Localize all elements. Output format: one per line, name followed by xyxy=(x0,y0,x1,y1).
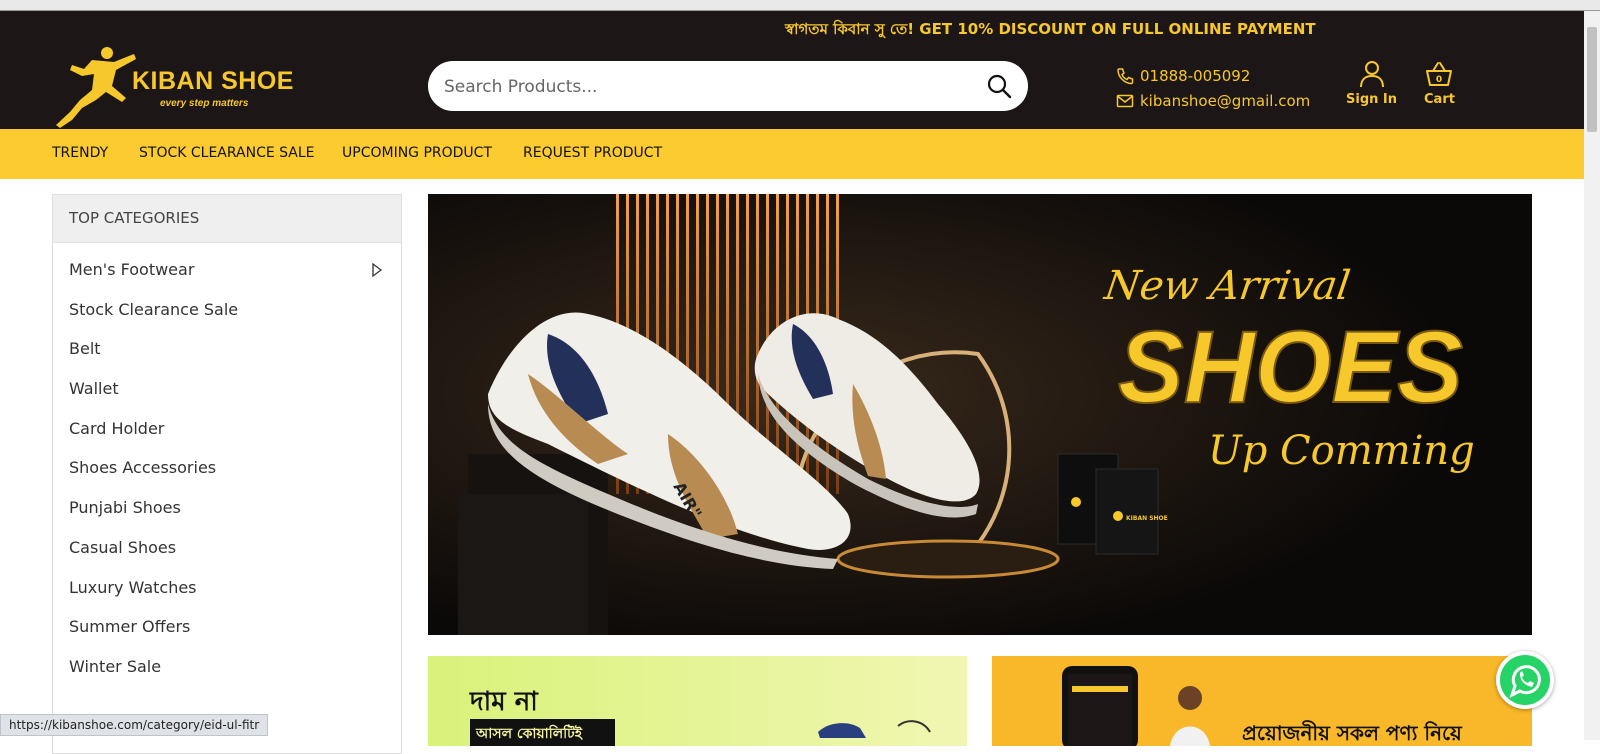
bag-label: KIBAN SHOE xyxy=(1126,515,1168,522)
category-item-belt[interactable]: Belt xyxy=(53,339,401,379)
nav-trendy[interactable]: TRENDY xyxy=(52,145,108,161)
scrollbar-thumb[interactable] xyxy=(1587,27,1597,132)
category-label: Belt xyxy=(69,339,101,359)
cart-button[interactable]: 0 Cart xyxy=(1424,60,1455,107)
category-label: Luxury Watches xyxy=(69,577,197,597)
user-icon xyxy=(1359,61,1384,88)
site-header: স্বাগতম কিবান সু তে! GET 10% DISCOUNT ON… xyxy=(0,11,1584,129)
category-item-stock-clearance-sale[interactable]: Stock Clearance Sale xyxy=(53,300,401,340)
caret-right-icon xyxy=(372,262,383,278)
promo-right-artwork: প্রয়োজনীয় সকল পণ্য নিয়ে xyxy=(1062,666,1463,746)
category-item-punjabi-shoes[interactable]: Punjabi Shoes xyxy=(53,498,401,538)
category-label: Casual Shoes xyxy=(69,537,177,557)
whatsapp-chat-button[interactable] xyxy=(1496,651,1554,709)
category-label: Winter Sale xyxy=(69,656,162,676)
nav-upcoming-product[interactable]: UPCOMING PRODUCT xyxy=(342,145,492,161)
category-label: Men's Footwear xyxy=(69,260,195,279)
category-item-shoes-accessories[interactable]: Shoes Accessories xyxy=(53,458,401,498)
promo-banner-left[interactable]: দাম না আসল কোয়ালিটিই xyxy=(428,656,967,746)
phone-link[interactable]: 01888-005092 xyxy=(1116,63,1310,88)
promo-left-headline: দাম না xyxy=(469,687,539,717)
runner-logo-icon xyxy=(56,47,136,128)
whatsapp-icon xyxy=(1500,655,1550,705)
cart-count: 0 xyxy=(1436,75,1442,85)
banner-line-shoes: SHOES xyxy=(1118,310,1463,424)
hero-banner[interactable]: AIR" KIBAN SHOE New Arrival SHOES Up Com… xyxy=(428,194,1532,635)
category-item-winter-sale[interactable]: Winter Sale xyxy=(53,657,401,697)
browser-top-edge xyxy=(0,0,1600,11)
status-bar-url: https://kibanshoe.com/category/eid-ul-fi… xyxy=(0,714,269,736)
mail-icon xyxy=(1116,94,1134,107)
phone-number: 01888-005092 xyxy=(1140,66,1251,85)
announcement-marquee: স্বাগতম কিবান সু তে! GET 10% DISCOUNT ON… xyxy=(785,20,1316,38)
nav-stock-clearance-sale[interactable]: STOCK CLEARANCE SALE xyxy=(139,145,315,161)
search-icon xyxy=(987,74,1012,99)
main-nav: TRENDY STOCK CLEARANCE SALE UPCOMING PRO… xyxy=(0,129,1584,179)
search-bar xyxy=(428,61,1028,111)
category-label: Stock Clearance Sale xyxy=(69,299,239,319)
category-label: Card Holder xyxy=(69,418,165,438)
sidebar-title: TOP CATEGORIES xyxy=(53,195,401,243)
promo-banner-right[interactable]: প্রয়োজনীয় সকল পণ্য নিয়ে xyxy=(992,656,1532,746)
search-button[interactable] xyxy=(986,73,1014,101)
category-list: Men's Footwear Stock Clearance Sale Belt… xyxy=(53,243,401,697)
category-label: Wallet xyxy=(69,379,119,399)
phone-icon xyxy=(1117,67,1134,84)
category-label: Punjabi Shoes xyxy=(69,498,181,518)
promo-right-headline: প্রয়োজনীয় সকল পণ্য নিয়ে xyxy=(1242,720,1463,745)
promo-left-artwork: দাম না আসল কোয়ালিটিই xyxy=(469,687,931,746)
email-address: kibanshoe@gmail.com xyxy=(1140,91,1311,110)
banner-line-new-arrival: New Arrival xyxy=(1101,263,1353,309)
category-label: Summer Offers xyxy=(69,617,191,637)
search-input[interactable] xyxy=(444,73,964,101)
category-item-card-holder[interactable]: Card Holder xyxy=(53,419,401,459)
sign-in-label: Sign In xyxy=(1346,92,1397,107)
sign-in-button[interactable]: Sign In xyxy=(1346,60,1397,107)
category-item-wallet[interactable]: Wallet xyxy=(53,379,401,419)
banner-artwork: AIR" KIBAN SHOE New Arrival SHOES Up Com… xyxy=(428,194,1532,635)
category-item-casual-shoes[interactable]: Casual Shoes xyxy=(53,538,401,578)
banner-line-up-comming: Up Comming xyxy=(1208,428,1475,474)
category-label: Shoes Accessories xyxy=(69,458,217,478)
basket-icon: 0 xyxy=(1426,62,1453,86)
category-sidebar: TOP CATEGORIES Men's Footwear Stock Clea… xyxy=(52,194,402,754)
category-item-mens-footwear[interactable]: Men's Footwear xyxy=(53,260,401,300)
email-link[interactable]: kibanshoe@gmail.com xyxy=(1116,88,1310,113)
category-item-summer-offers[interactable]: Summer Offers xyxy=(53,617,401,657)
brand-name: KIBAN SHOE xyxy=(132,67,294,95)
category-item-luxury-watches[interactable]: Luxury Watches xyxy=(53,578,401,618)
promo-left-subline: আসল কোয়ালিটিই xyxy=(475,724,584,742)
page-scrollbar[interactable] xyxy=(1584,11,1600,740)
cart-label: Cart xyxy=(1424,92,1455,107)
brand-tagline: every step matters xyxy=(160,98,249,109)
nav-request-product[interactable]: REQUEST PRODUCT xyxy=(523,145,662,161)
site-logo[interactable]: KIBAN SHOE every step matters xyxy=(52,46,294,131)
contact-info: 01888-005092 kibanshoe@gmail.com xyxy=(1116,63,1310,113)
